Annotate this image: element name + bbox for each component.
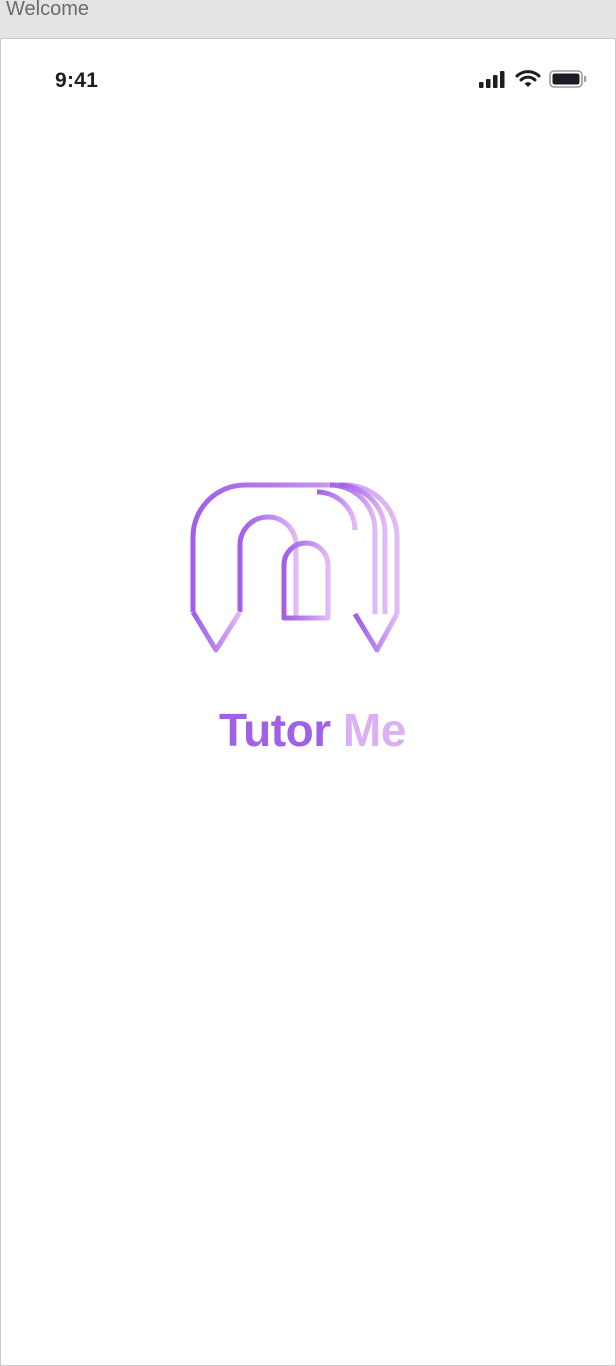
status-bar: 9:41 bbox=[1, 39, 615, 123]
cellular-signal-icon bbox=[479, 70, 507, 88]
pencil-arch-logo bbox=[187, 437, 427, 663]
brand-name: Tutor Me bbox=[219, 703, 406, 757]
window-title: Welcome bbox=[6, 0, 89, 20]
status-time: 9:41 bbox=[55, 69, 99, 92]
brand-word-me: Me bbox=[342, 704, 406, 756]
phone-screen: 9:41 Tutor Me bbox=[0, 38, 616, 1366]
battery-icon bbox=[549, 69, 587, 88]
brand-word-tutor: Tutor bbox=[219, 704, 331, 756]
wifi-icon bbox=[515, 69, 541, 88]
status-icons bbox=[479, 69, 587, 88]
